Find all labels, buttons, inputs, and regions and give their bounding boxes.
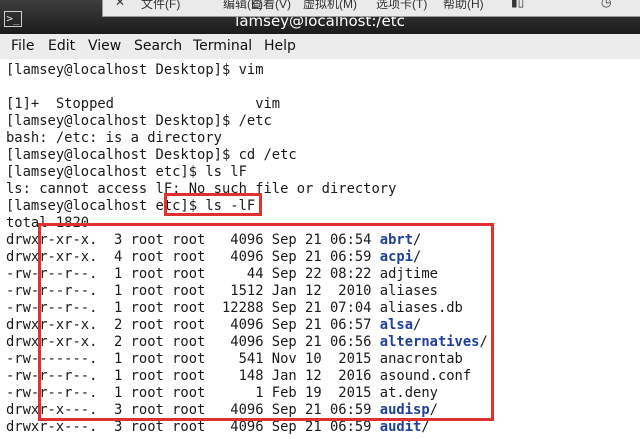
line-text: drwxr-xr-x. 3 root root 4096 Sep 21 06:5…	[6, 232, 380, 248]
line-text: [lamsey@localhost Desktop]$ cd /etc	[6, 147, 297, 163]
line-text: [lamsey@localhost Desktop]$ vim	[6, 62, 264, 78]
file-name: aliases	[379, 283, 438, 299]
line-text: drwxr-xr-x. 2 root root 4096 Sep 21 06:5…	[6, 334, 380, 350]
line-text: drwxr-xr-x. 4 root root 4096 Sep 21 06:5…	[6, 249, 380, 265]
bg-menu-item-help[interactable]: 帮助(H)	[443, 0, 484, 12]
line-text: total 1820	[6, 215, 90, 231]
menu-bar: File Edit View Search Terminal Help	[0, 34, 640, 60]
terminal-line: [lamsey@localhost Desktop]$ vim	[6, 62, 264, 79]
directory-name: alsa	[379, 317, 414, 333]
line-text: -rw-r--r--. 1 root root 1 Feb 19 2015	[6, 385, 380, 401]
bg-clock-icon[interactable]: ◷	[601, 0, 611, 9]
terminal-line: -rw-r--r--. 1 root root 148 Jan 12 2016 …	[6, 368, 471, 385]
line-text: -rw-r--r--. 1 root root 148 Jan 12 2016	[6, 368, 380, 384]
type-suffix: /	[413, 232, 422, 248]
bg-menu-item-file[interactable]: 文件(F)	[141, 0, 180, 12]
bg-tool-icon: ✕	[115, 0, 126, 9]
bg-menu-item-view[interactable]: 查看(V)	[251, 0, 291, 12]
menu-search[interactable]: Search	[134, 38, 182, 54]
directory-name: audisp	[379, 402, 430, 418]
menu-edit[interactable]: Edit	[48, 38, 75, 54]
line-text: -rw-r--r--. 1 root root 44 Sep 22 08:22	[6, 266, 380, 282]
line-text: drwxr-x---. 3 root root 4096 Sep 21 06:5…	[6, 419, 380, 435]
terminal-line: -rw-r--r--. 1 root root 1 Feb 19 2015 at…	[6, 385, 438, 402]
type-suffix: /	[413, 249, 422, 265]
terminal-line: [lamsey@localhost etc]$ ls lF	[6, 164, 247, 181]
terminal-line: -rw-r--r--. 1 root root 1512 Jan 12 2010…	[6, 283, 438, 300]
type-suffix: /	[479, 334, 488, 350]
line-text: drwxr-x---. 3 root root 4096 Sep 21 06:5…	[6, 402, 380, 418]
terminal-line: [lamsey@localhost Desktop]$ /etc	[6, 113, 272, 130]
directory-name: abrt	[379, 232, 414, 248]
bg-menu-item-tabs[interactable]: 选项卡(T)	[376, 0, 427, 12]
terminal-line: drwxr-x---. 3 root root 4096 Sep 21 06:5…	[6, 402, 438, 419]
line-text: -rw-------. 1 root root 541 Nov 10 2015	[6, 351, 380, 367]
line-text: [lamsey@localhost Desktop]$ /etc	[6, 113, 272, 129]
terminal-line: bash: /etc: is a directory	[6, 130, 222, 147]
terminal-line: drwxr-xr-x. 2 root root 4096 Sep 21 06:5…	[6, 317, 421, 334]
terminal-output[interactable]: [lamsey@localhost Desktop]$ vim [1]+ Stop…	[0, 59, 640, 439]
line-text: -rw-r--r--. 1 root root 12288 Sep 21 07:…	[6, 300, 380, 316]
directory-name: alternatives	[379, 334, 480, 350]
line-text: -rw-r--r--. 1 root root 1512 Jan 12 2010	[6, 283, 380, 299]
type-suffix: /	[413, 317, 422, 333]
terminal-line: [lamsey@localhost etc]$ ls -lF	[6, 198, 255, 215]
menu-view[interactable]: View	[88, 38, 121, 54]
terminal-line: -rw-r--r--. 1 root root 12288 Sep 21 07:…	[6, 300, 463, 317]
menu-help[interactable]: Help	[264, 38, 296, 54]
bg-menu-item-vm[interactable]: 虚拟机(M)	[303, 0, 357, 12]
type-suffix: /	[429, 402, 438, 418]
terminal-line: [1]+ Stopped vim	[6, 96, 280, 113]
file-name: adjtime	[379, 266, 438, 282]
file-name: aliases.db	[379, 300, 463, 316]
line-text: drwxr-xr-x. 2 root root 4096 Sep 21 06:5…	[6, 317, 380, 333]
terminal-line: drwxr-x---. 3 root root 4096 Sep 21 06:5…	[6, 419, 430, 436]
file-name: at.deny	[379, 385, 438, 401]
file-name: asound.conf	[379, 368, 472, 384]
terminal-line: drwxr-xr-x. 4 root root 4096 Sep 21 06:5…	[6, 249, 421, 266]
terminal-line: -rw-------. 1 root root 541 Nov 10 2015 …	[6, 351, 463, 368]
terminal-line: ls: cannot access lF: No such file or di…	[6, 181, 396, 198]
line-text: bash: /etc: is a directory	[6, 130, 222, 146]
background-window-menu[interactable]: ✕ 文件(F) 编辑(E) 查看(V) 虚拟机(M) 选项卡(T) 帮助(H) …	[102, 0, 640, 17]
line-text: [lamsey@localhost etc]$ ls -lF	[6, 198, 256, 214]
line-text: [1]+ Stopped vim	[6, 96, 281, 112]
terminal-line: drwxr-xr-x. 3 root root 4096 Sep 21 06:5…	[6, 232, 421, 249]
directory-name: audit	[379, 419, 422, 435]
terminal-line: [lamsey@localhost Desktop]$ cd /etc	[6, 147, 297, 164]
menu-terminal[interactable]: Terminal	[193, 38, 252, 54]
terminal-line: total 1820	[6, 215, 89, 232]
line-text: ls: cannot access lF: No such file or di…	[6, 181, 397, 197]
terminal-line: drwxr-xr-x. 2 root root 4096 Sep 21 06:5…	[6, 334, 488, 351]
bg-toolbar-icon[interactable]: ▮▯	[511, 0, 524, 9]
terminal-line: -rw-r--r--. 1 root root 44 Sep 22 08:22 …	[6, 266, 438, 283]
line-text: [lamsey@localhost etc]$ ls lF	[6, 164, 247, 180]
file-name: anacrontab	[379, 351, 463, 367]
menu-file[interactable]: File	[11, 38, 34, 54]
directory-name: acpi	[379, 249, 414, 265]
type-suffix: /	[421, 419, 430, 435]
